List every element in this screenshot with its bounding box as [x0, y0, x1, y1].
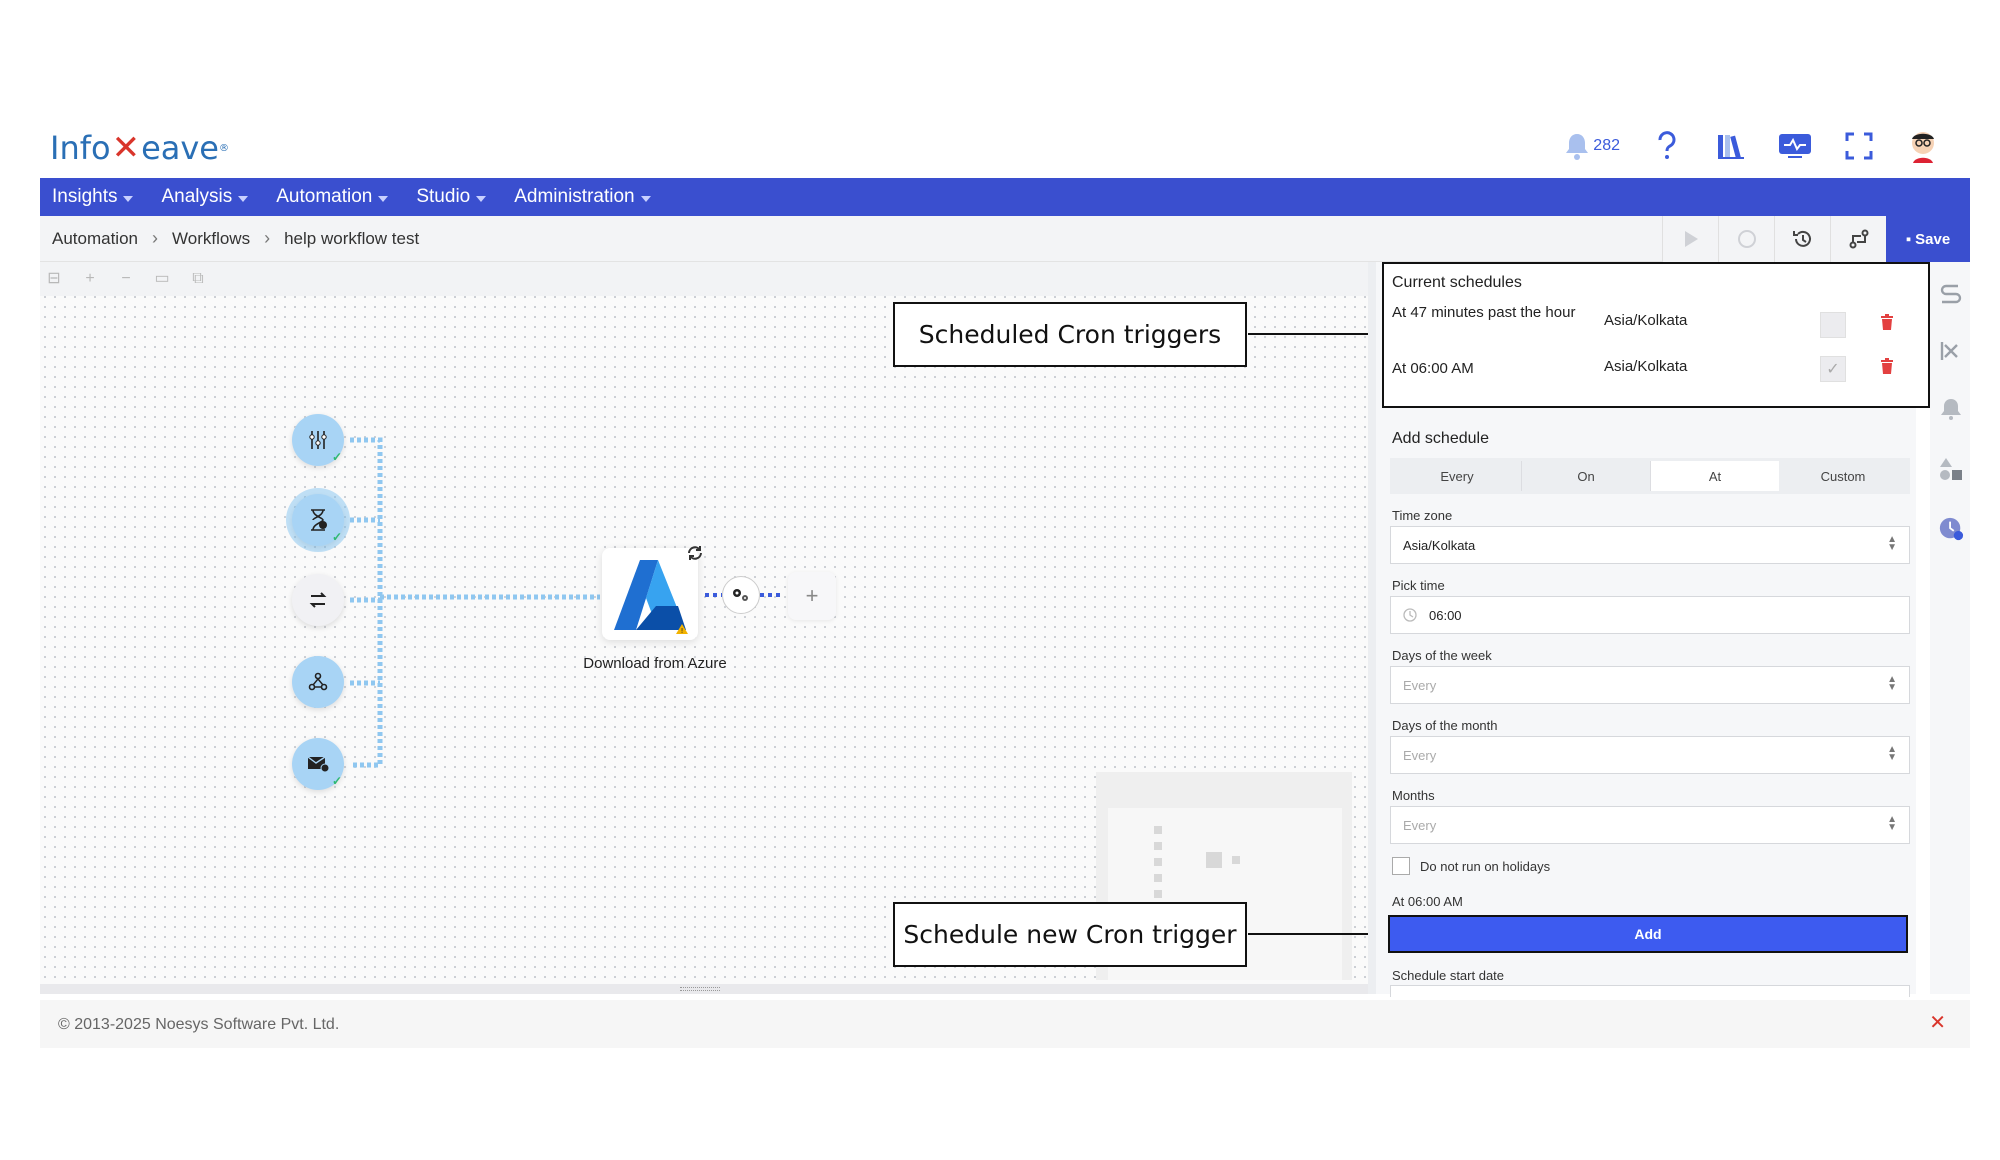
close-icon: [1940, 342, 1958, 360]
clock-bolt-icon: [1939, 517, 1964, 541]
schedule-row: At 47 minutes past the hour Asia/Kolkata: [1392, 302, 1922, 346]
tab-at[interactable]: At: [1651, 461, 1779, 491]
timezone-label: Time zone: [1392, 508, 1453, 523]
footer-logo-icon: ✕: [1929, 1012, 1946, 1034]
holidays-label: Do not run on holidays: [1420, 859, 1551, 874]
days-week-select[interactable]: Every ▲ ▼: [1390, 666, 1910, 704]
sidebar-shapes-button[interactable]: [1938, 456, 1964, 482]
sidebar-schedule-button[interactable]: [1938, 516, 1964, 542]
updown-icon: ▲ ▼: [1887, 674, 1897, 693]
add-schedule-title: Add schedule: [1392, 430, 1489, 447]
schedule-description: At 47 minutes past the hour: [1392, 304, 1576, 321]
sidebar-flow-button[interactable]: [1938, 280, 1964, 306]
timezone-select[interactable]: Asia/Kolkata ▲ ▼: [1390, 526, 1910, 564]
schedule-description: At 06:00 AM: [1392, 360, 1474, 377]
tab-custom[interactable]: Custom: [1779, 461, 1907, 491]
updown-icon: ▲ ▼: [1887, 534, 1897, 553]
schedule-toggle-checkbox[interactable]: [1820, 312, 1846, 338]
sidebar-close-button[interactable]: [1938, 338, 1964, 364]
holidays-checkbox[interactable]: [1392, 857, 1410, 875]
bell-icon: [1941, 399, 1961, 420]
schedule-timezone: Asia/Kolkata: [1604, 312, 1688, 329]
schedule-toggle-checkbox[interactable]: ✓: [1820, 356, 1846, 382]
sidebar-notifications-button[interactable]: [1938, 396, 1964, 422]
schedule-type-tabs: Every On At Custom: [1390, 458, 1910, 494]
days-month-label: Days of the month: [1392, 718, 1498, 733]
delete-schedule-button[interactable]: [1880, 358, 1894, 379]
callout-new-trigger: Schedule new Cron trigger: [893, 902, 1247, 967]
current-schedules: Current schedules At 47 minutes past the…: [1382, 262, 1930, 408]
days-month-select[interactable]: Every ▲ ▼: [1390, 736, 1910, 774]
current-schedules-title: Current schedules: [1392, 274, 1522, 291]
tab-every[interactable]: Every: [1393, 461, 1522, 491]
months-select[interactable]: Every ▲ ▼: [1390, 806, 1910, 844]
route-icon: [1940, 284, 1962, 304]
clock-icon: [1403, 608, 1417, 622]
trash-icon: [1881, 358, 1893, 374]
months-label: Months: [1392, 788, 1435, 803]
footer: © 2013-2025 Noesys Software Pvt. Ltd. ✕: [40, 1000, 1970, 1048]
panel-resize-handle[interactable]: [1368, 262, 1376, 994]
trash-icon: [1881, 314, 1893, 330]
start-date-label: Schedule start date: [1392, 968, 1505, 983]
time-input[interactable]: 06:00: [1390, 596, 1910, 634]
start-date-input[interactable]: [1390, 985, 1910, 997]
tab-on[interactable]: On: [1522, 461, 1651, 491]
right-sidebar: [1930, 262, 1970, 994]
delete-schedule-button[interactable]: [1880, 314, 1894, 335]
updown-icon: ▲ ▼: [1887, 814, 1897, 833]
shapes-icon: [1940, 458, 1962, 480]
days-week-label: Days of the week: [1392, 648, 1492, 663]
add-schedule-button[interactable]: Add: [1388, 915, 1908, 953]
callout-scheduled-triggers: Scheduled Cron triggers: [893, 302, 1247, 367]
schedule-row: At 06:00 AM Asia/Kolkata ✓: [1392, 356, 1922, 388]
check-icon: ✓: [1826, 361, 1840, 378]
schedule-summary: At 06:00 AM: [1392, 894, 1463, 909]
schedule-timezone: Asia/Kolkata: [1604, 358, 1688, 375]
pick-time-label: Pick time: [1392, 578, 1445, 593]
updown-icon: ▲ ▼: [1887, 744, 1897, 763]
copyright: © 2013-2025 Noesys Software Pvt. Ltd.: [58, 1016, 340, 1033]
